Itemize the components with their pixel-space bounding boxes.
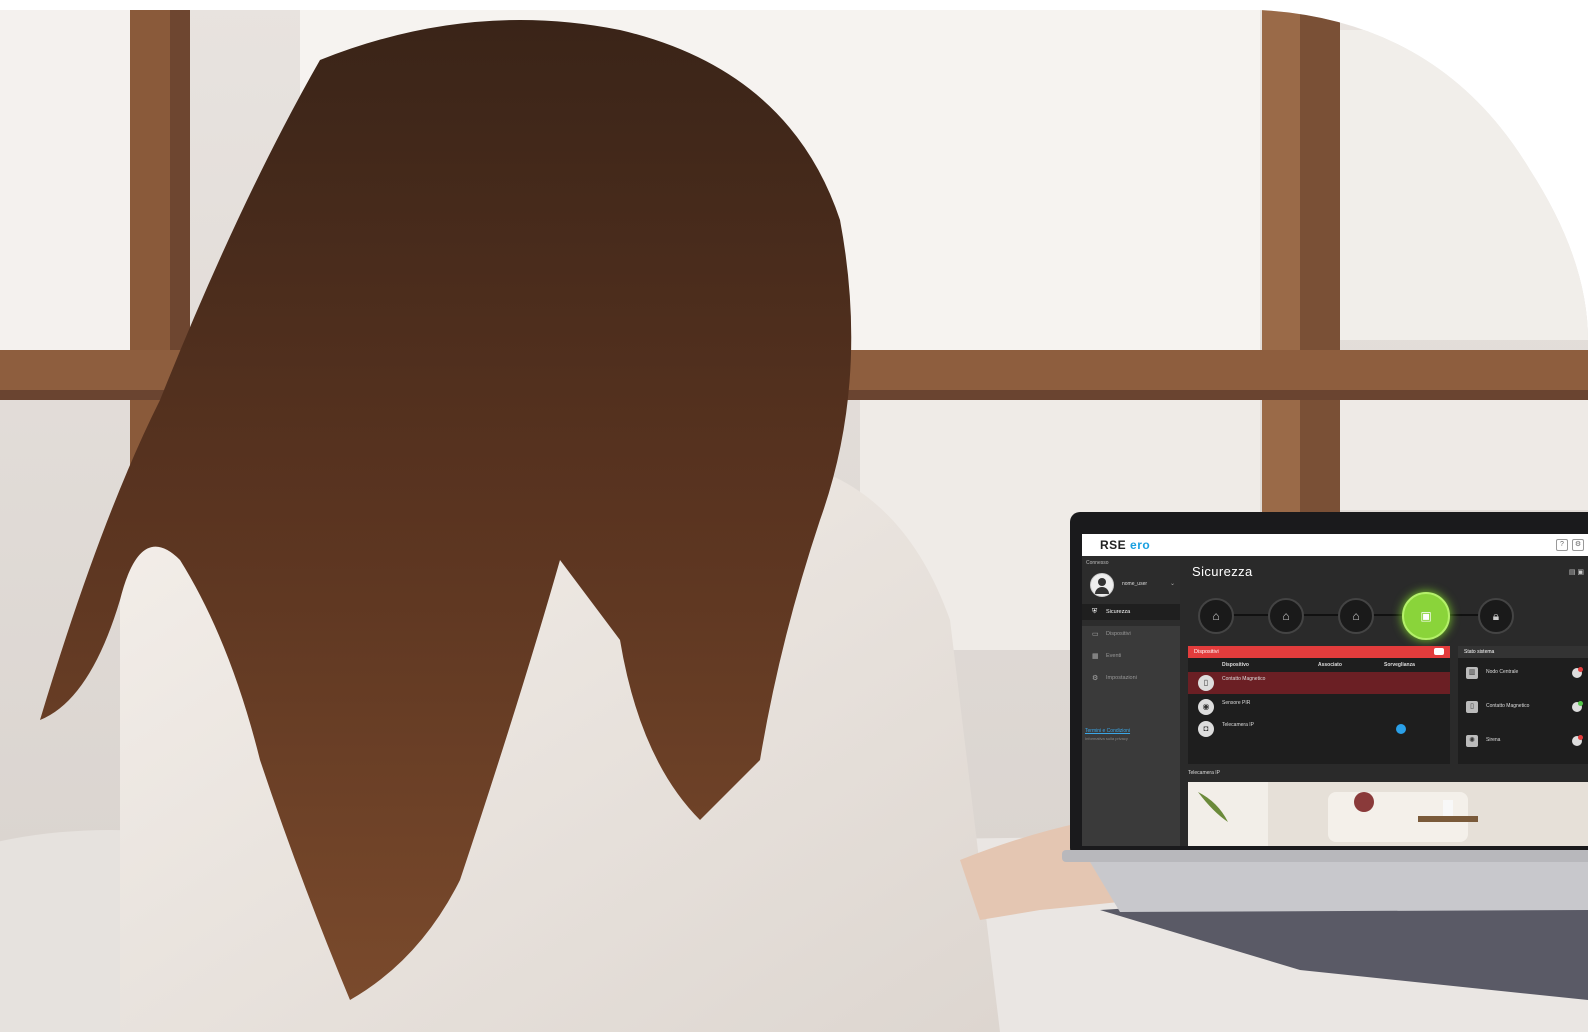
siren-icon: ✺ [1466, 735, 1478, 747]
camera-feed[interactable] [1188, 782, 1588, 846]
state-home-partial-icon[interactable]: ⌂ [1268, 598, 1304, 634]
gear-icon: ⚙ [1092, 675, 1099, 682]
device-name: Sensore PIR [1222, 700, 1251, 706]
status-badge [1572, 735, 1583, 746]
column-header: Sorveglianza [1384, 662, 1415, 668]
state-row[interactable]: ▯ Contatto Magnetico [1458, 694, 1588, 722]
device-name: Contatto Magnetico [1222, 676, 1266, 682]
status-badge [1572, 701, 1583, 712]
sidebar-item-events[interactable]: ▦ Eventi [1082, 648, 1180, 664]
devices-panel: Dispositivi Dispositivo Associato Sorveg… [1188, 646, 1450, 764]
settings-icon[interactable]: ⚙ [1572, 539, 1584, 551]
scene-illustration [0, 10, 1588, 1032]
grid-icon[interactable]: ▤ ▣ [1569, 568, 1584, 576]
camera-icon: ◘ [1198, 721, 1214, 737]
app-topbar: RSE ero ? ⚙ [1082, 534, 1588, 556]
state-label: Contatto Magnetico [1486, 703, 1530, 709]
device-name: Telecamera IP [1222, 722, 1254, 728]
camera-image [1188, 782, 1588, 846]
motion-icon: ◉ [1198, 699, 1214, 715]
system-state-panel: Stato sistema ▥ Nodo Centrale ▯ Contatto… [1458, 646, 1588, 764]
table-row[interactable]: ◘ Telecamera IP [1188, 718, 1450, 740]
calendar-icon: ▦ [1092, 653, 1099, 660]
terms-link[interactable]: Termini e Condizioni [1085, 728, 1130, 734]
sidebar-section-label: Connesso [1086, 560, 1109, 566]
badge-icon [1434, 648, 1444, 655]
state-home-night-icon[interactable]: ⌂ [1338, 598, 1374, 634]
user-name[interactable]: nome_user [1122, 581, 1147, 587]
main-content: Sicurezza ▤ ▣ ⌂ ⌂ ⌂ ▣ 🔒︎ Dispositivi Dis… [1180, 556, 1588, 846]
shield-icon: ⛨ [1092, 608, 1098, 615]
sidebar-item-settings[interactable]: ⚙ Impostazioni [1082, 670, 1180, 686]
arm-state-selector: ⌂ ⌂ ⌂ ▣ 🔒︎ [1198, 590, 1518, 640]
state-home-icon[interactable]: ⌂ [1198, 598, 1234, 634]
devices-panel-header: Dispositivi [1188, 646, 1450, 658]
door-icon: ▯ [1466, 701, 1478, 713]
sidebar-item-label: Sicurezza [1106, 609, 1131, 615]
hub-icon: ▥ [1466, 667, 1478, 679]
privacy-note: Informativa sulla privacy [1085, 736, 1128, 741]
state-row[interactable]: ▥ Nodo Centrale [1458, 660, 1588, 688]
door-icon: ▯ [1198, 675, 1214, 691]
topbar-icons: ? ⚙ [1556, 539, 1584, 551]
table-row[interactable]: ◉ Sensore PIR [1188, 696, 1450, 718]
sidebar-item-label: Dispositivi [1106, 631, 1131, 637]
state-disarmed-icon[interactable]: ▣ [1402, 592, 1450, 640]
lock-icon[interactable]: 🔒︎ [1478, 598, 1514, 634]
sidebar-item-label: Impostazioni [1106, 675, 1137, 681]
state-panel-title: Stato sistema [1464, 649, 1495, 655]
table-header: Dispositivo Associato Sorveglianza [1188, 660, 1450, 670]
state-label: Nodo Centrale [1486, 669, 1519, 675]
camera-label: Telecamera IP [1188, 770, 1220, 776]
sidebar: Connesso nome_user ⌄ ⛨ Sicurezza ▭ Dispo… [1082, 556, 1180, 846]
sidebar-item-devices[interactable]: ▭ Dispositivi [1082, 626, 1180, 642]
column-header: Associato [1318, 662, 1342, 668]
help-icon[interactable]: ? [1556, 539, 1568, 551]
chevron-down-icon[interactable]: ⌄ [1170, 580, 1175, 587]
status-badge [1572, 667, 1583, 678]
page-title: Sicurezza [1192, 564, 1253, 579]
live-button[interactable] [1396, 724, 1406, 734]
state-panel-header: Stato sistema [1458, 646, 1588, 658]
laptop-screen: RSE ero ? ⚙ Connesso nome_user ⌄ ⛨ Sicur… [1082, 534, 1588, 846]
state-row[interactable]: ✺ Sirena [1458, 728, 1588, 756]
table-row[interactable]: ▯ Contatto Magnetico [1188, 672, 1450, 694]
panel-title: Dispositivi [1194, 649, 1219, 655]
state-label: Sirena [1486, 737, 1501, 743]
app-logo: RSE ero [1100, 538, 1151, 552]
column-header: Dispositivo [1222, 662, 1249, 668]
sidebar-item-security[interactable]: ⛨ Sicurezza [1082, 604, 1180, 620]
avatar[interactable] [1090, 573, 1114, 597]
device-icon: ▭ [1092, 631, 1099, 638]
sidebar-item-label: Eventi [1106, 653, 1122, 659]
